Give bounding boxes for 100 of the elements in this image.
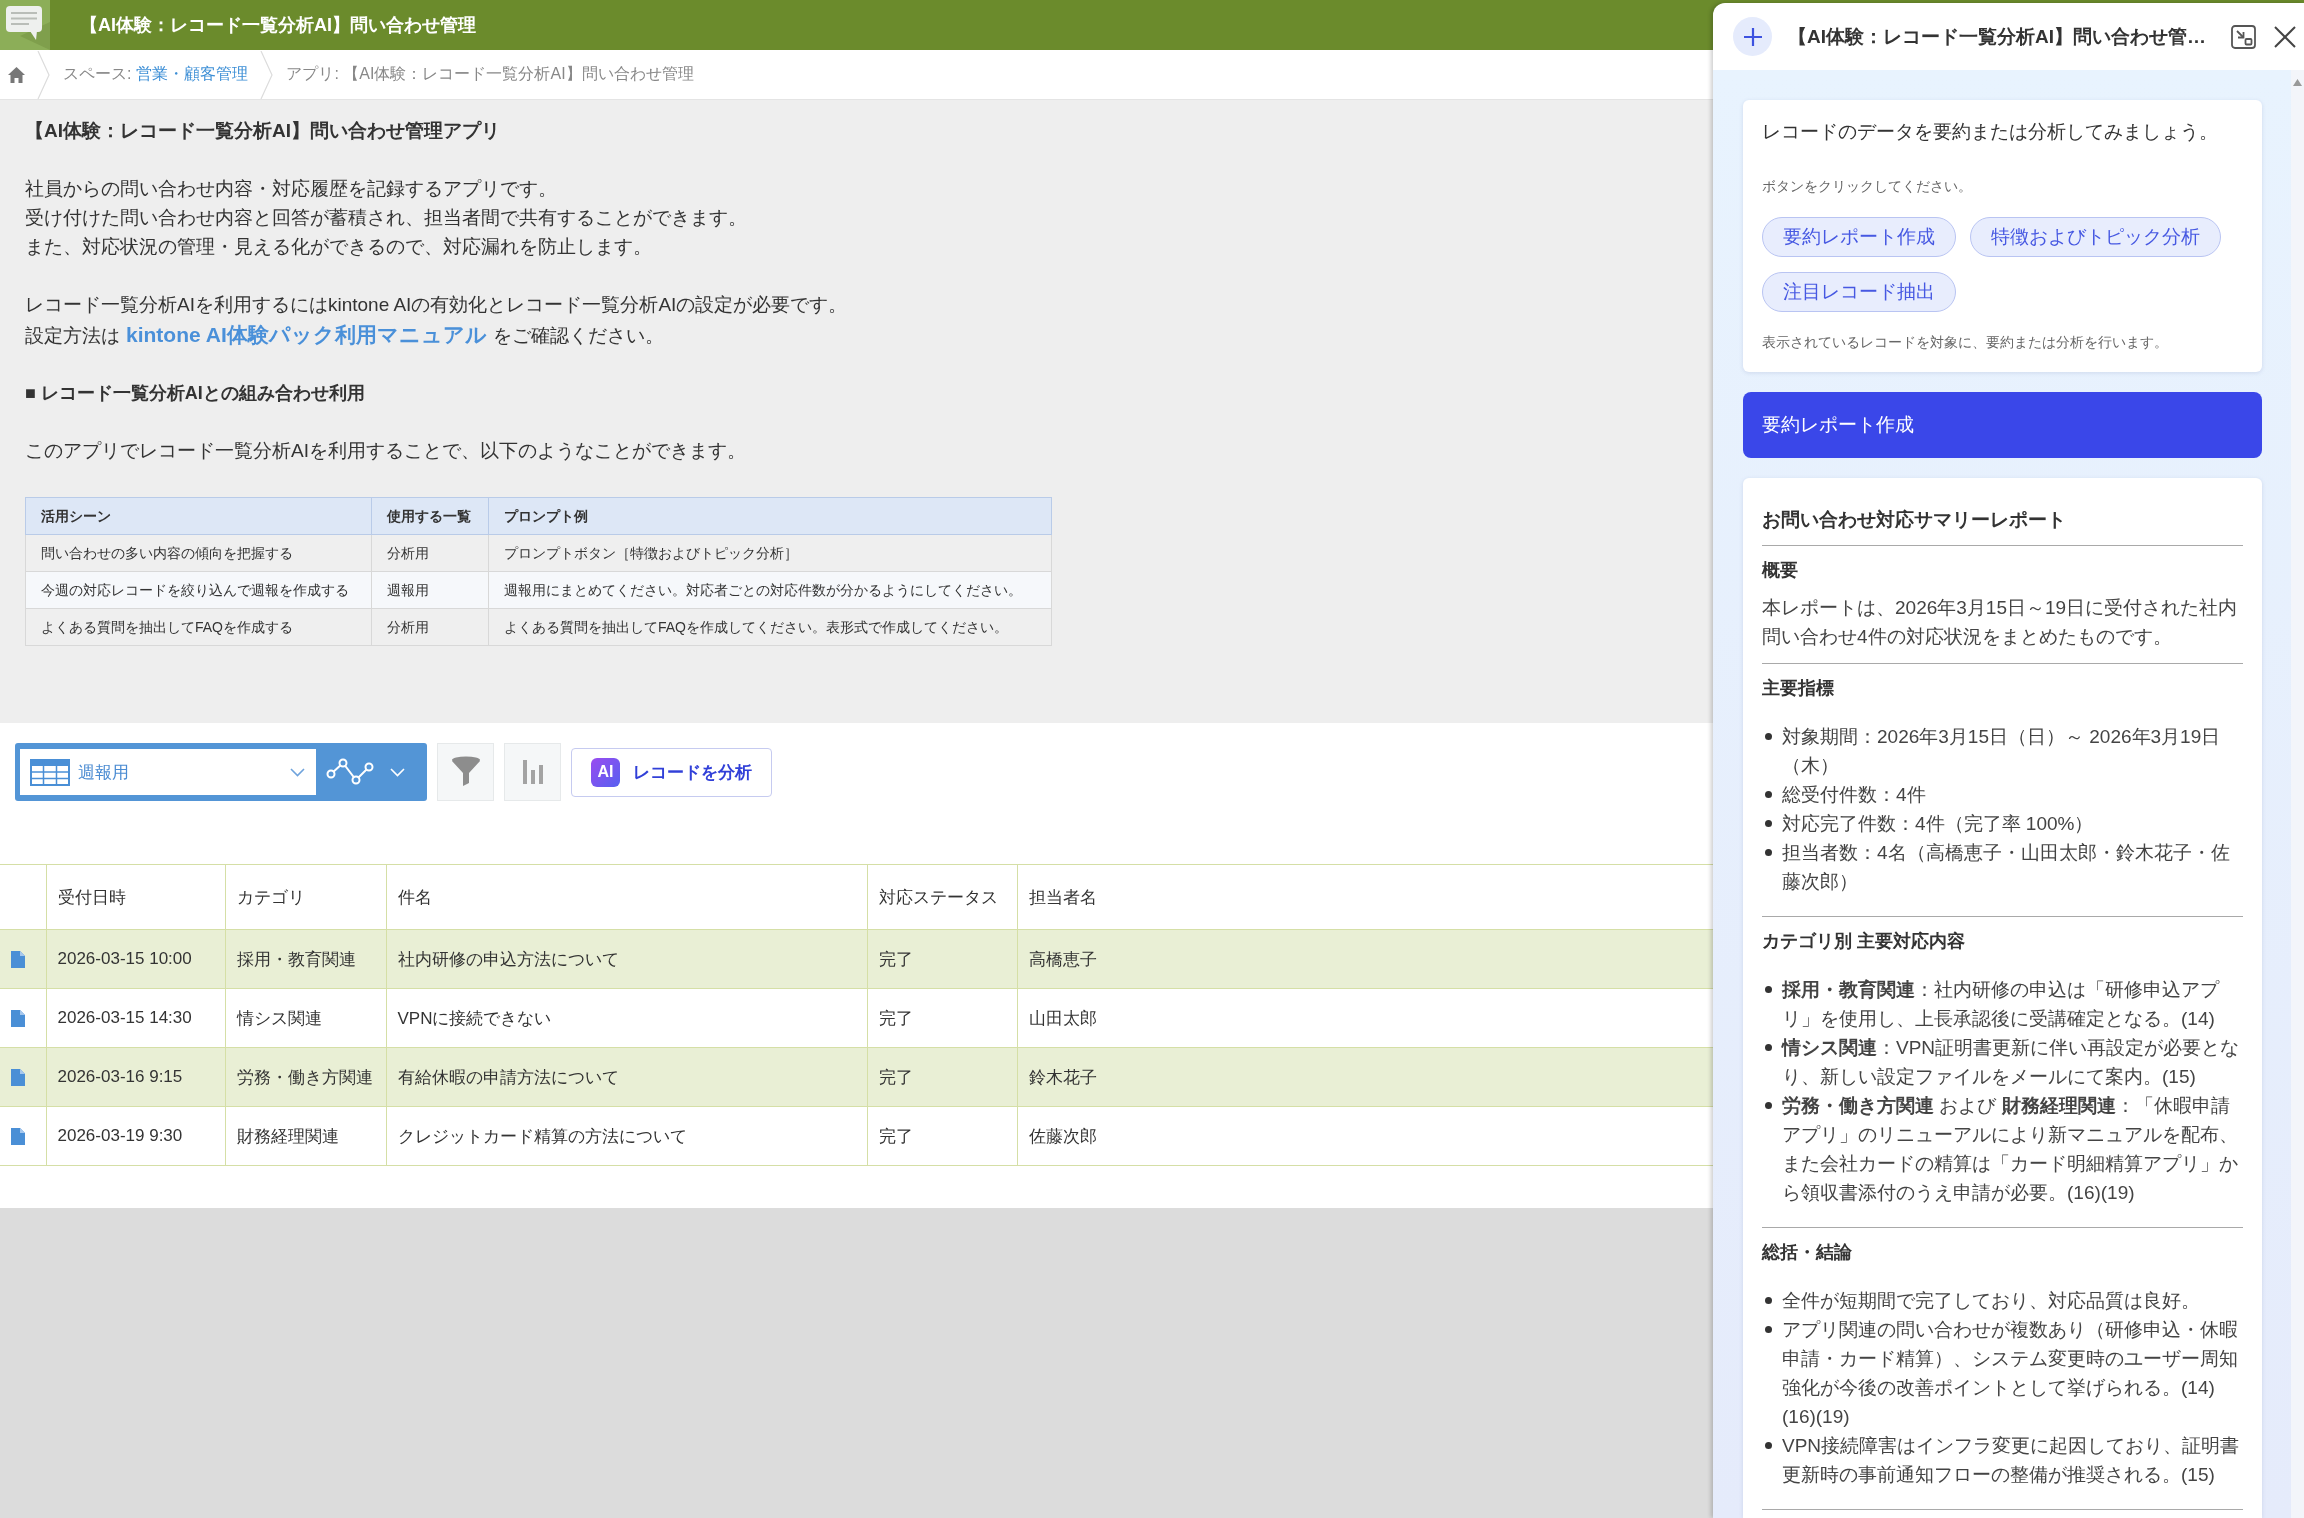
bullet-icon <box>1765 1442 1772 1449</box>
table-cell: 高橋恵子 <box>1017 929 1713 989</box>
note-text: 表示されているレコードを対象に、要約または分析を行います。 <box>1762 333 2169 352</box>
column-header[interactable]: 受付日時 <box>46 864 225 930</box>
shrink-panel-button[interactable] <box>2231 24 2256 49</box>
table-cell: よくある質問を抽出してFAQを作成する <box>25 608 372 646</box>
table-cell: 労務・働き方関連 <box>225 1047 386 1107</box>
line-graph-icon <box>326 757 374 787</box>
report-list-item: 担当者数：4名（高橋恵子・山田太郎・鈴木花子・佐藤次郎） <box>1782 841 2231 894</box>
bullet-icon <box>1765 1044 1772 1051</box>
description-title: 【AI体験：レコード一覧分析AI】問い合わせ管理アプリ <box>25 119 501 143</box>
table-cell: 週報用 <box>371 571 489 609</box>
table-cell: 2026-03-15 10:00 <box>46 929 225 989</box>
bullet-icon <box>1765 1102 1772 1109</box>
bullet-icon <box>1765 791 1772 798</box>
report-section-heading: 主要指標 <box>1762 677 1835 700</box>
report-section-heading: カテゴリ別 主要対応内容 <box>1762 930 1966 953</box>
bullet-icon <box>1765 733 1772 740</box>
table-cell: 有給休暇の申請方法について <box>386 1047 867 1107</box>
section-text: このアプリでレコード一覧分析AIを利用することで、以下のようなことができます。 <box>25 439 747 463</box>
prompt-button[interactable]: 注目レコード抽出 <box>1762 272 1956 312</box>
table-icon <box>30 758 70 786</box>
greeting-text: レコードのデータを要約または分析してみましょう。 <box>1762 120 2219 144</box>
prompt-button[interactable]: 特徴およびトピック分析 <box>1970 217 2221 257</box>
chevron-down-icon <box>290 767 305 777</box>
view-select[interactable]: 週報用 <box>20 749 316 795</box>
table-cell: 今週の対応レコードを絞り込んで週報を作成する <box>25 571 372 609</box>
report-paragraph: 本レポートは、2026年3月15日～19日に受付された社内問い合わせ4件の対応状況をまとめたものです。 <box>1762 596 2239 649</box>
bar-chart-icon <box>522 760 543 784</box>
report-title: お問い合わせ対応サマリーレポート <box>1762 508 2067 532</box>
section-heading: ■ レコード一覧分析AIとの組み合わせ利用 <box>25 382 366 405</box>
panel-title: 【AI体験：レコード一覧分析AI】問い合わせ管… <box>1788 24 2207 49</box>
table-cell: 完了 <box>867 1106 1017 1166</box>
table-cell: 問い合わせの多い内容の傾向を把握する <box>25 534 372 572</box>
table-cell: 週報用にまとめてください。対応者ごとの対応件数が分かるようにしてください。 <box>488 571 1052 609</box>
space-link[interactable]: 営業・顧客管理 <box>136 64 249 85</box>
report-list-item: 採用・教育関連：社内研修の申込は「研修申込アプリ」を使用し、上長承認後に受講確定となる。(14) <box>1782 978 2221 1031</box>
table-cell: 佐藤次郎 <box>1017 1106 1713 1166</box>
bullet-icon <box>1765 1326 1772 1333</box>
prompt-button[interactable]: 要約レポート作成 <box>1762 217 1956 257</box>
table-cell: 財務経理関連 <box>225 1106 386 1166</box>
scroll-up-arrow-icon[interactable] <box>2293 79 2302 86</box>
table-cell: よくある質問を抽出してFAQを作成してください。表形式で作成してください。 <box>488 608 1052 646</box>
shrink-window-icon <box>2231 24 2256 49</box>
report-list-item: 総受付件数：4件 <box>1782 783 1927 807</box>
report-section-heading: 総括・結論 <box>1762 1241 1853 1264</box>
bullet-icon <box>1765 986 1772 993</box>
table-cell: 2026-03-19 9:30 <box>46 1106 225 1166</box>
table-cell: 社内研修の申込方法について <box>386 929 867 989</box>
table-cell: プロンプトボタン［特徴およびトピック分析］ <box>488 534 1052 572</box>
table-cell: 山田太郎 <box>1017 988 1713 1048</box>
instruction-text: ボタンをクリックしてください。 <box>1762 177 1973 196</box>
chevron-down-icon <box>390 767 405 777</box>
table-cell: 2026-03-16 9:15 <box>46 1047 225 1107</box>
report-list-item: 対応完了件数：4件（完了率 100%） <box>1782 812 2095 836</box>
column-header[interactable]: カテゴリ <box>225 864 386 930</box>
report-list-item: 対象期間：2026年3月15日（日）～ 2026年3月19日（木） <box>1782 725 2222 778</box>
document-icon[interactable] <box>11 950 25 968</box>
table-cell: 分析用 <box>371 534 489 572</box>
bullet-icon <box>1765 849 1772 856</box>
app-title: 【AI体験：レコード一覧分析AI】問い合わせ管理 <box>80 14 476 37</box>
new-chat-button[interactable] <box>1733 17 1772 56</box>
analyze-button-label: レコードを分析 <box>633 761 752 784</box>
user-message-bubble: 要約レポート作成 <box>1743 392 2262 458</box>
report-section-heading: 概要 <box>1762 559 1799 582</box>
filter-icon <box>450 756 481 788</box>
plus-icon <box>1743 27 1762 46</box>
table-cell: 完了 <box>867 1047 1017 1107</box>
table-cell: 情シス関連 <box>225 988 386 1048</box>
analyze-records-button[interactable]: AI レコードを分析 <box>571 747 772 797</box>
description-paragraph: 社員からの問い合わせ内容・対応履歴を記録するアプリです。 受け付けた問い合わせ内容と回答が蓄積され、担当者間で共有することができます。 また、対応状況の管理・見える化ができるので、対応漏れを防止します。 <box>25 177 748 259</box>
report-list-item: アプリ関連の問い合わせが複数あり（研修申込・休暇申請・カード精算）、システム変更時のユーザー周知強化が今後の改善ポイントとして挙げられる。(14)(16)(19) <box>1782 1318 2239 1429</box>
scrollbar-track[interactable] <box>2291 70 2304 1518</box>
filter-button[interactable] <box>437 743 494 801</box>
document-icon[interactable] <box>11 1127 25 1145</box>
table-header-cell: プロンプト例 <box>488 497 1052 535</box>
report-list-item: VPN接続障害はインフラ変更に起因しており、証明書更新時の事前通知フローの整備が推奨される。(15) <box>1782 1434 2241 1487</box>
close-icon <box>2274 25 2296 48</box>
setup-paragraph: レコード一覧分析AIを利用するにはkintone AIの有効化とレコード一覧分析AIの設定が必要です。 設定方法は kintone AI体験パック利用マニュアル をご確認ください。 <box>25 293 849 348</box>
ai-logo: AI <box>591 757 620 787</box>
table-cell: クレジットカード精算の方法について <box>386 1106 867 1166</box>
column-header[interactable]: 対応ステータス <box>867 864 1017 930</box>
home-icon[interactable] <box>8 66 25 83</box>
column-header[interactable]: 件名 <box>386 864 867 930</box>
chart-button[interactable] <box>504 743 561 801</box>
bullet-icon <box>1765 1297 1772 1304</box>
table-header-cell: 使用する一覧 <box>371 497 489 535</box>
bullet-icon <box>1765 820 1772 827</box>
document-icon[interactable] <box>11 1068 25 1086</box>
close-button[interactable] <box>2274 25 2296 48</box>
table-cell: 2026-03-15 14:30 <box>46 988 225 1048</box>
document-icon[interactable] <box>11 1009 25 1027</box>
table-cell: 完了 <box>867 929 1017 989</box>
table-header-cell: 活用シーン <box>25 497 372 535</box>
table-cell: 鈴木花子 <box>1017 1047 1713 1107</box>
table-cell: 採用・教育関連 <box>225 929 386 989</box>
report-list-item: 情シス関連：VPN証明書更新に伴い再設定が必要となり、新しい設定ファイルをメールにて案内。(15) <box>1782 1036 2241 1089</box>
breadcrumb-label: スペース: <box>63 64 132 84</box>
table-cell: 完了 <box>867 988 1017 1048</box>
table-cell: 分析用 <box>371 608 489 646</box>
